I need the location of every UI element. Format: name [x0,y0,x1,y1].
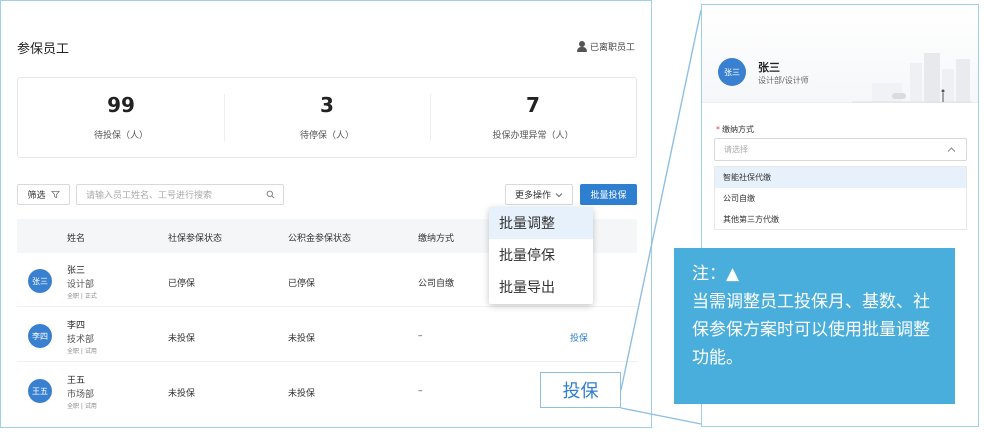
more-operations-label: 更多操作 [514,191,551,201]
fund-status: 未投保 [288,389,316,399]
menu-item-batch-stop[interactable]: 批量停保 [489,239,593,271]
note-title: 注：▲ [692,264,740,284]
insure-link[interactable]: 投保 [570,331,588,344]
avatar: 王五 [28,379,52,403]
batch-insure-button[interactable]: 批量投保 [580,184,637,205]
stat-abnormal[interactable]: 7 投保办理异常（人） [430,78,636,157]
avatar: 张三 [718,58,746,86]
employee-tag: 全职 | 试用 [67,403,97,410]
payment-method: – [418,331,423,341]
employee-department: 技术部 [67,335,95,345]
search-input[interactable]: 请输入员工姓名、工号进行搜索 [76,184,284,205]
stat-label: 待停保（人） [299,130,354,141]
stat-value: 3 [320,92,334,117]
option-company-self-pay[interactable]: 公司自缴 [715,188,966,209]
payment-method-label: * 缴纳方式 [716,125,754,134]
payment-method-select[interactable]: 请选择 [714,138,967,161]
social-status: 未投保 [168,334,196,344]
fund-status: 未投保 [288,334,316,344]
column-header-name: 姓名 [67,234,86,244]
funnel-icon [50,190,60,199]
search-placeholder: 请输入员工姓名、工号进行搜索 [86,191,213,201]
employee-department: 市场部 [67,390,95,400]
more-operations-button[interactable]: 更多操作 [505,184,573,205]
note-body: 当需调整员工投保月、基数、社保参保方案时可以使用批量调整功能。 [692,292,930,368]
filter-label: 筛选 [27,191,46,201]
stat-pending-stop[interactable]: 3 待停保（人） [224,78,430,157]
employee-tag: 全职 | 试用 [67,348,97,355]
employee-department: 设计部 [67,280,95,290]
employee-name: 张三 [67,266,86,276]
select-placeholder: 请选择 [724,145,748,154]
stat-value: 7 [526,92,540,117]
chevron-up-icon [947,147,956,152]
column-header-social-status: 社保参保状态 [168,234,223,244]
profile-header [702,5,978,103]
more-operations-menu: 批量调整 批量停保 批量导出 [489,207,593,304]
column-header-fund-status: 公积金参保状态 [288,234,352,244]
employee-tag: 全职 | 正式 [67,293,97,300]
avatar: 李四 [28,324,52,348]
avatar: 张三 [28,269,52,293]
stat-value: 99 [107,92,135,117]
search-icon[interactable] [266,190,275,199]
fund-status: 已停保 [288,279,316,289]
social-status: 已停保 [168,279,196,289]
chevron-down-icon [555,192,563,197]
person-icon [576,41,587,52]
resigned-employees-link[interactable]: 已离职员工 [576,40,635,53]
stat-label: 待投保（人） [93,130,148,141]
payment-method: – [418,386,423,396]
required-mark: * [716,125,720,134]
employee-department: 设计部/设计师 [758,76,809,85]
column-header-payment-method: 缴纳方式 [418,234,455,244]
insure-callout[interactable]: 投保 [540,372,621,408]
stat-label: 投保办理异常（人） [492,130,574,141]
menu-item-batch-export[interactable]: 批量导出 [489,271,593,303]
page-title: 参保员工 [17,42,70,57]
employee-name: 李四 [67,321,86,331]
stat-pending-insure[interactable]: 99 待投保（人） [18,78,224,157]
employee-name: 王五 [67,376,86,386]
option-third-party[interactable]: 其他第三方代缴 [715,209,966,230]
filter-button[interactable]: 筛选 [17,184,70,205]
menu-item-batch-adjust[interactable]: 批量调整 [489,207,593,239]
city-illustration [852,53,972,103]
option-smart-agency[interactable]: 智能社保代缴 [715,167,966,188]
employee-name: 张三 [758,61,780,74]
social-status: 未投保 [168,389,196,399]
stats-card: 99 待投保（人） 3 待停保（人） 7 投保办理异常（人） [17,77,637,158]
resigned-employees-label: 已离职员工 [589,43,635,53]
payment-method: 公司自缴 [418,279,455,289]
payment-method-options: 智能社保代缴 公司自缴 其他第三方代缴 [714,166,967,230]
table-row[interactable]: 李四 李四 技术部 全职 | 试用 未投保 未投保 – 投保 [17,308,637,362]
note-box: 注：▲ 当需调整员工投保月、基数、社保参保方案时可以使用批量调整功能。 [674,248,955,404]
